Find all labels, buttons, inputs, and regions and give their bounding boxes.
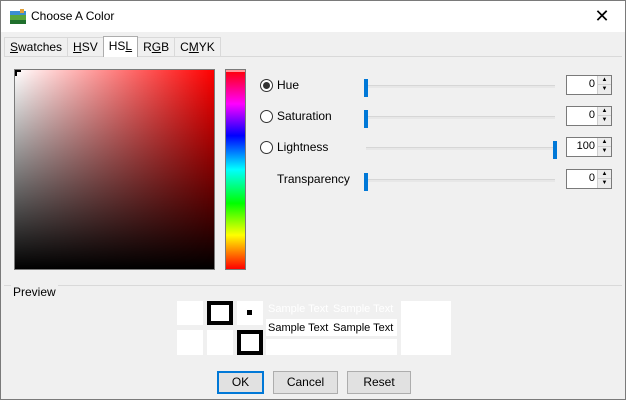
close-icon[interactable]: ✕ [579, 1, 625, 32]
hue-up-arrow-icon[interactable]: ▲ [598, 76, 611, 85]
color-palette-icon [10, 9, 26, 24]
lightness-slider-thumb[interactable] [553, 141, 557, 159]
hue-row: Hue 0 ▲ ▼ [1, 75, 626, 97]
ok-button[interactable]: OK [217, 371, 264, 394]
transparency-slider[interactable] [364, 173, 555, 191]
hue-down-arrow-icon[interactable]: ▼ [598, 85, 611, 94]
hue-slider-thumb[interactable] [364, 79, 368, 97]
reset-button[interactable]: Reset [347, 371, 411, 394]
preview-large-swatch [401, 301, 451, 355]
saturation-spinner[interactable]: 0 ▲ ▼ [566, 106, 612, 126]
preview-label: Preview [11, 285, 58, 299]
preview-swatch [207, 330, 233, 355]
preview-swatch [177, 330, 203, 355]
transparency-slider-thumb[interactable] [364, 173, 368, 191]
hue-slider[interactable] [364, 79, 555, 97]
lightness-row: Lightness 100 ▲ ▼ [1, 137, 626, 159]
preview-swatch-bordered [207, 301, 233, 325]
saturation-value[interactable]: 0 [589, 109, 595, 121]
window-title: Choose A Color [31, 9, 115, 23]
lightness-value[interactable]: 100 [577, 140, 595, 152]
transparency-down-arrow-icon[interactable]: ▼ [598, 179, 611, 188]
transparency-value[interactable]: 0 [589, 172, 595, 184]
tab-swatches[interactable]: Swatches [4, 37, 69, 57]
color-chooser-dialog: Choose A Color ✕ Swatches HSV HSL RGB CM… [0, 0, 626, 400]
lightness-label: Lightness [277, 140, 329, 154]
preview-swatch [177, 301, 203, 325]
preview-text-strip-light: Sample Text Sample Text [266, 301, 397, 317]
saturation-row: Saturation 0 ▲ ▼ [1, 106, 626, 128]
preview-swatch-dot [237, 301, 263, 325]
preview-swatch-bordered [237, 330, 263, 355]
tab-cmyk[interactable]: CMYK [174, 37, 221, 57]
saturation-slider-thumb[interactable] [364, 110, 368, 128]
title-bar: Choose A Color ✕ [1, 1, 625, 32]
sample-text: Sample Text [268, 322, 329, 334]
lightness-spinner[interactable]: 100 ▲ ▼ [566, 137, 612, 157]
hue-radio[interactable] [260, 79, 273, 92]
hue-value[interactable]: 0 [589, 78, 595, 90]
cancel-button[interactable]: Cancel [273, 371, 338, 394]
tab-rgb[interactable]: RGB [137, 37, 176, 57]
lightness-down-arrow-icon[interactable]: ▼ [598, 147, 611, 156]
sample-text: Sample Text [333, 303, 394, 315]
transparency-up-arrow-icon[interactable]: ▲ [598, 170, 611, 179]
saturation-down-arrow-icon[interactable]: ▼ [598, 116, 611, 125]
tab-strip: Swatches HSV HSL RGB CMYK [4, 36, 221, 57]
transparency-spinner[interactable]: 0 ▲ ▼ [566, 169, 612, 189]
lightness-slider[interactable] [366, 141, 557, 159]
saturation-slider[interactable] [364, 110, 555, 128]
sample-text: Sample Text [268, 303, 329, 315]
saturation-radio[interactable] [260, 110, 273, 123]
lightness-up-arrow-icon[interactable]: ▲ [598, 138, 611, 147]
hue-spinner[interactable]: 0 ▲ ▼ [566, 75, 612, 95]
saturation-label: Saturation [277, 109, 332, 123]
preview-text-strip-blank [266, 339, 397, 355]
lightness-radio[interactable] [260, 141, 273, 154]
transparency-label: Transparency [277, 172, 350, 186]
hue-marker[interactable] [226, 70, 245, 72]
tab-hsv[interactable]: HSV [67, 37, 104, 57]
transparency-row: Transparency 0 ▲ ▼ [1, 169, 626, 191]
sample-text: Sample Text [333, 322, 394, 334]
hue-label: Hue [277, 78, 300, 92]
preview-text-strip: Sample Text Sample Text [266, 319, 397, 336]
tab-hsl[interactable]: HSL [102, 36, 139, 57]
saturation-up-arrow-icon[interactable]: ▲ [598, 107, 611, 116]
